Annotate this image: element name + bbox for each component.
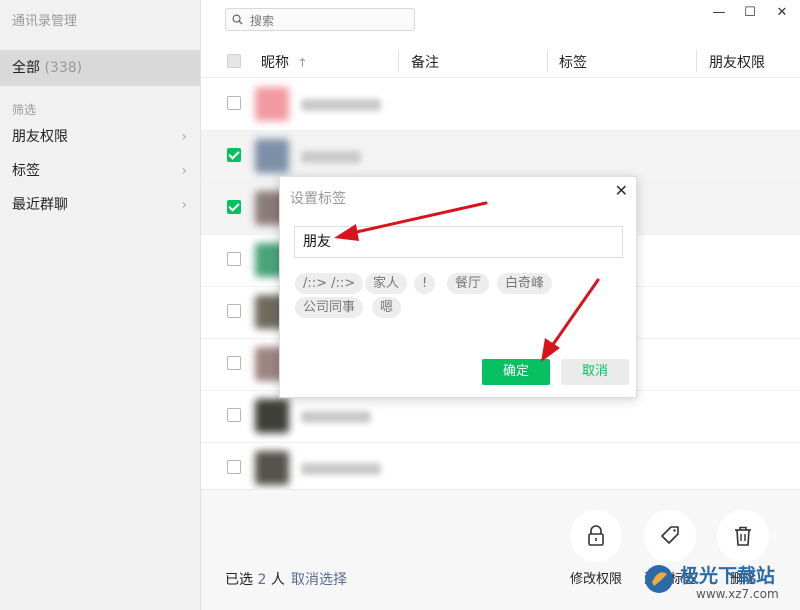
row-checkbox[interactable] (227, 408, 241, 422)
modify-permission-label: 修改权限 (569, 572, 622, 587)
sidebar-item-all-count: (338) (44, 60, 83, 76)
blurred-nickname (301, 463, 381, 475)
select-all-checkbox[interactable] (227, 54, 241, 68)
column-divider (547, 50, 548, 72)
blurred-nickname (301, 411, 371, 423)
sidebar: 通讯录管理 全部 (338) 筛选 朋友权限 › 标签 › 最近群聊 › (0, 0, 201, 610)
maximize-button[interactable]: ☐ (740, 4, 760, 22)
column-remark[interactable]: 备注 (411, 52, 439, 72)
tag-chip[interactable]: ! (414, 273, 436, 294)
lock-icon (588, 525, 604, 546)
column-tags[interactable]: 标签 (559, 52, 587, 72)
avatar (255, 399, 289, 433)
dialog-close-button[interactable]: ✕ (615, 181, 628, 200)
tag-name-input[interactable]: 朋友 (294, 226, 623, 258)
tag-chip[interactable]: 白奇峰 (497, 273, 553, 294)
row-checkbox[interactable] (227, 148, 241, 162)
table-row[interactable] (201, 391, 800, 443)
column-friend-permission[interactable]: 朋友权限 (709, 52, 765, 72)
sidebar-item-friend-permissions[interactable]: 朋友权限 › (0, 120, 200, 154)
selected-count-info: 已选 2 人 (225, 569, 285, 589)
tag-chip[interactable]: 家人 (365, 273, 408, 294)
avatar (255, 451, 289, 485)
close-window-button[interactable]: ✕ (772, 4, 792, 22)
tag-chip[interactable]: 公司同事 (295, 297, 364, 318)
trash-icon (735, 526, 751, 546)
chevron-right-icon: › (181, 163, 187, 179)
search-placeholder: 搜索 (250, 14, 275, 28)
confirm-button[interactable]: 确定 (482, 359, 550, 385)
table-row[interactable] (201, 443, 800, 495)
row-checkbox[interactable] (227, 460, 241, 474)
sidebar-item-label: 标签 (12, 163, 40, 179)
row-checkbox[interactable] (227, 200, 241, 214)
row-checkbox[interactable] (227, 96, 241, 110)
sidebar-item-tags[interactable]: 标签 › (0, 154, 200, 188)
sidebar-item-all-label: 全部 (12, 60, 40, 76)
watermark-url: www.xz7.com (696, 587, 779, 601)
column-divider (696, 50, 697, 72)
modify-permission-button[interactable]: 修改权限 (561, 510, 631, 587)
dialog-title: 设置标签 (290, 191, 346, 207)
tag-chip[interactable]: 嗯 (372, 297, 402, 318)
tag-icon (661, 526, 679, 544)
sidebar-item-label: 最近群聊 (12, 197, 68, 213)
column-nickname[interactable]: 昵称 ↑ (261, 52, 308, 72)
table-row[interactable] (201, 79, 800, 131)
cancel-button[interactable]: 取消 (561, 359, 629, 385)
site-watermark: 极光下载站 www.xz7.com (640, 556, 800, 610)
avatar (255, 139, 289, 173)
sidebar-item-recent-groups[interactable]: 最近群聊 › (0, 188, 200, 222)
column-nickname-label: 昵称 (261, 55, 289, 71)
chevron-right-icon: › (181, 129, 187, 145)
selected-prefix: 已选 (225, 572, 253, 588)
blurred-nickname (301, 99, 381, 111)
selected-count: 2 (257, 572, 267, 588)
minimize-button[interactable]: — (709, 4, 729, 22)
app-title: 通讯录管理 (12, 14, 78, 29)
sidebar-item-label: 朋友权限 (12, 129, 68, 145)
row-checkbox[interactable] (227, 356, 241, 370)
search-icon (232, 14, 243, 25)
set-tag-dialog: 设置标签 ✕ 朋友 /::> /::> 家人 ! 餐厅 白奇峰 公司同事 嗯 确… (279, 176, 637, 398)
cancel-selection-link[interactable]: 取消选择 (291, 569, 347, 589)
chevron-right-icon: › (181, 197, 187, 213)
tag-chip[interactable]: 餐厅 (447, 273, 490, 294)
tag-chip[interactable]: /::> /::> (295, 273, 364, 294)
row-checkbox[interactable] (227, 304, 241, 318)
watermark-logo-icon (645, 565, 673, 593)
sort-asc-icon: ↑ (297, 56, 308, 70)
watermark-text: 极光下载站 (680, 565, 776, 587)
sidebar-item-all[interactable]: 全部 (338) (0, 50, 200, 86)
avatar (255, 87, 289, 121)
row-checkbox[interactable] (227, 252, 241, 266)
filter-section-label: 筛选 (12, 103, 37, 117)
column-divider (398, 50, 399, 72)
selected-unit: 人 (270, 572, 285, 588)
table-header: 昵称 ↑ 备注 标签 朋友权限 (201, 44, 800, 78)
blurred-nickname (301, 151, 361, 163)
search-input[interactable]: 搜索 (225, 8, 415, 31)
